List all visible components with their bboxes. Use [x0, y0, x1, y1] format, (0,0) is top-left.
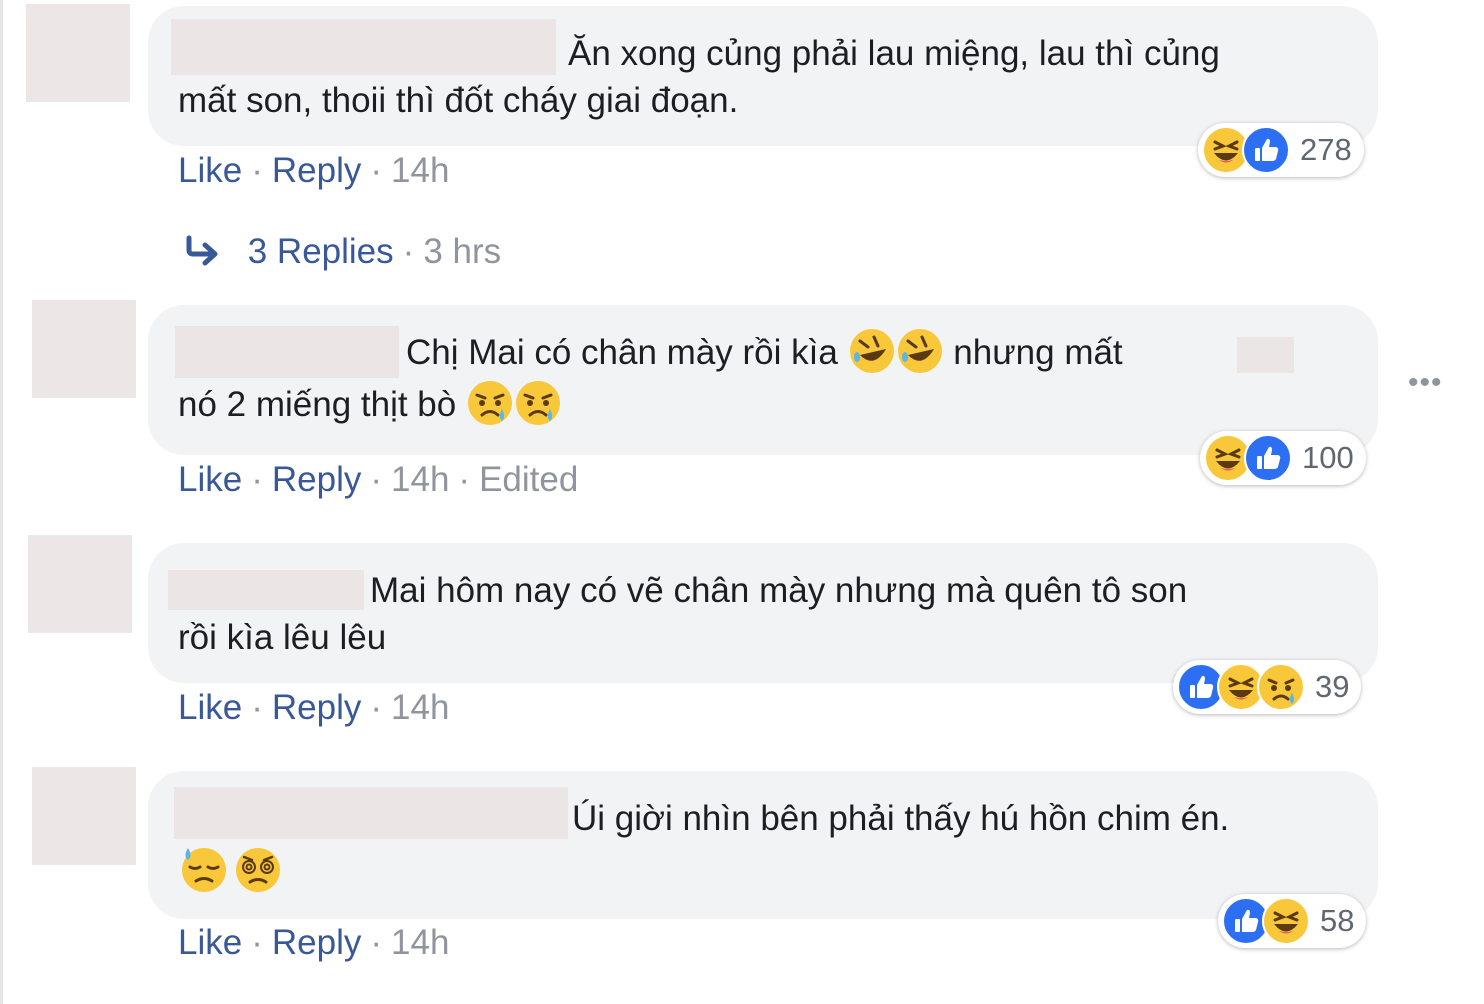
like-link[interactable]: Like [178, 923, 242, 962]
like-reaction-icon [1242, 126, 1290, 174]
more-options-icon[interactable]: ••• [1408, 366, 1443, 400]
reply-link[interactable]: Reply [272, 923, 361, 962]
edited-label[interactable]: Edited [479, 460, 578, 499]
reply-link[interactable]: Reply [272, 151, 361, 190]
reaction-count: 39 [1315, 669, 1350, 704]
like-link[interactable]: Like [178, 460, 242, 499]
view-replies-link[interactable]: 3 Replies [248, 232, 394, 271]
avatar[interactable] [26, 4, 130, 102]
sad-tear-emoji [466, 379, 514, 427]
like-reaction-icon [1244, 434, 1292, 482]
comment-text: Chị Mai có chân mày rồi kìa nhưng mất [406, 327, 1123, 379]
redacted-author-name[interactable] [168, 570, 364, 610]
comment-text: Ăn xong củng phải lau miệng, lau thì củn… [568, 34, 1220, 73]
left-border [0, 0, 3, 1004]
comment-actions: Like · Reply · 14h · Edited [178, 460, 579, 499]
comment-text: mất son, thoii thì đốt cháy giai đoạn. [178, 81, 739, 120]
reaction-summary[interactable]: 278 [1198, 123, 1364, 177]
comment-text: Mai hôm nay có vẽ chân mày nhưng mà quên… [370, 571, 1188, 610]
comment-text: Úi giời nhìn bên phải thấy hú hồn chim é… [572, 799, 1230, 838]
redacted-mention[interactable] [1237, 337, 1294, 373]
comment-actions: Like · Reply · 14h [178, 923, 450, 962]
sad-reaction-icon [1257, 663, 1305, 711]
rofl-emoji [896, 327, 944, 375]
reaction-count: 100 [1302, 440, 1354, 475]
like-link[interactable]: Like [178, 688, 242, 727]
timestamp-link[interactable]: 14h [391, 688, 449, 727]
replies-timestamp: 3 hrs [423, 232, 502, 271]
timestamp-link[interactable]: 14h [391, 151, 449, 190]
reaction-count: 278 [1300, 132, 1352, 167]
avatar[interactable] [32, 300, 136, 398]
comment-actions: Like · Reply · 14h [178, 688, 450, 727]
comment-text: rồi kìa lêu lêu [178, 618, 387, 657]
view-replies-row[interactable]: 3 Replies · 3 hrs [186, 232, 501, 272]
comment-actions: Like · Reply · 14h [178, 151, 450, 190]
rofl-emoji [848, 327, 896, 375]
redacted-author-name[interactable] [175, 326, 399, 378]
redacted-author-name[interactable] [171, 19, 556, 75]
sad-tear-emoji [514, 379, 562, 427]
like-link[interactable]: Like [178, 151, 242, 190]
reply-link[interactable]: Reply [272, 688, 361, 727]
timestamp-link[interactable]: 14h [391, 460, 449, 499]
comment-text [180, 846, 282, 898]
reaction-summary[interactable]: 58 [1218, 894, 1367, 948]
comment-text: nó 2 miếng thịt bò [178, 379, 562, 431]
avatar[interactable] [32, 767, 136, 865]
redacted-author-name[interactable] [174, 787, 568, 839]
timestamp-link[interactable]: 14h [391, 923, 449, 962]
reaction-summary[interactable]: 100 [1200, 431, 1366, 485]
reaction-summary[interactable]: 39 [1173, 660, 1362, 714]
downcast-sweat-emoji [180, 846, 228, 894]
avatar[interactable] [28, 535, 132, 633]
reaction-count: 58 [1320, 903, 1355, 938]
dizzy-face-emoji [234, 846, 282, 894]
reply-arrow-icon [186, 235, 218, 266]
haha-reaction-icon [1262, 897, 1310, 945]
reply-link[interactable]: Reply [272, 460, 361, 499]
